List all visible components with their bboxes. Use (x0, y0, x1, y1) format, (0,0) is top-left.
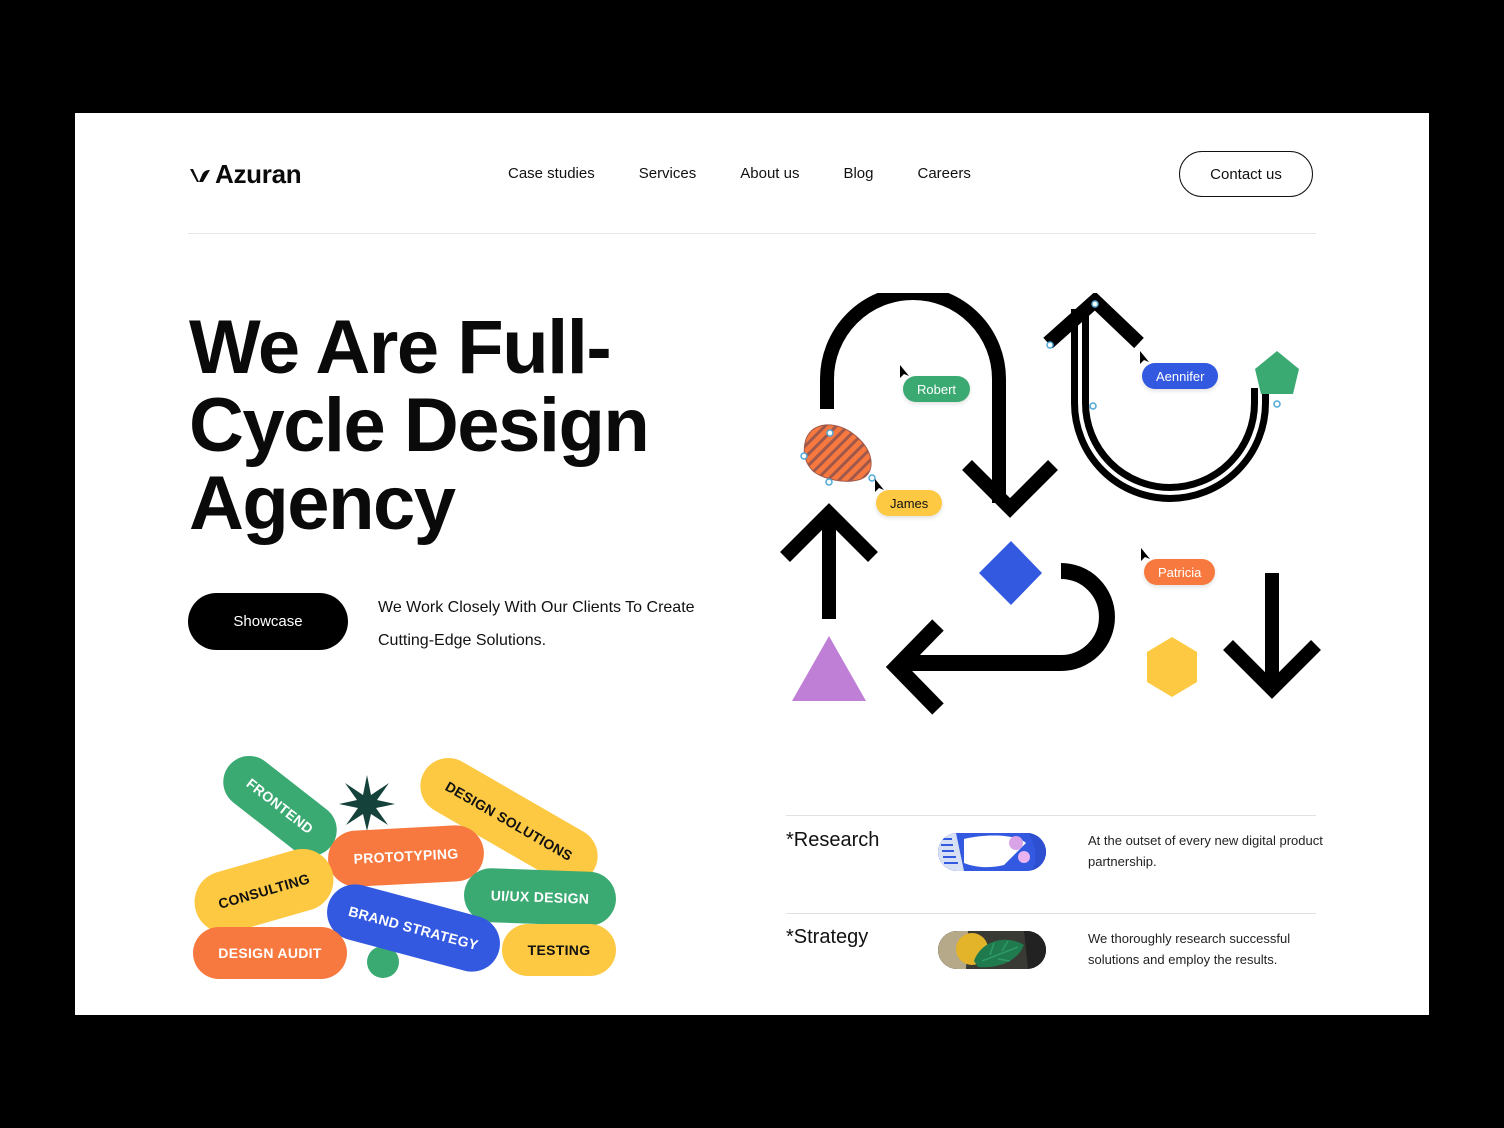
research-thumbnail (938, 833, 1046, 871)
nav-about-us[interactable]: About us (740, 165, 799, 182)
collaborator-tag-patricia: Patricia (1144, 559, 1216, 585)
star-icon (339, 775, 395, 831)
strategy-thumbnail (938, 931, 1046, 969)
tag-testing: TESTING (502, 924, 616, 976)
nav-blog[interactable]: Blog (843, 165, 873, 182)
service-divider (786, 913, 1316, 914)
nav-case-studies[interactable]: Case studies (508, 165, 595, 182)
arrows-graphic (780, 286, 1321, 715)
main-nav: Case studies Services About us Blog Care… (508, 165, 971, 182)
page: Azuran Case studies Services About us Bl… (75, 113, 1429, 1015)
service-title-research[interactable]: *Research (786, 829, 879, 852)
collaborator-tag-aennifer: Aennifer (1142, 363, 1219, 389)
cursor-icon (1141, 548, 1150, 561)
tag-consulting: CONSULTING (187, 841, 341, 941)
collaborator-tag-robert: Robert (903, 376, 971, 402)
research-image (938, 833, 1046, 871)
nav-services[interactable]: Services (639, 165, 697, 182)
collaborator-tag-james: James (876, 490, 943, 516)
logo[interactable]: Azuran (189, 159, 302, 190)
cursor-icon (900, 365, 909, 378)
service-divider (786, 815, 1316, 816)
logo-icon (190, 168, 210, 182)
header-divider (188, 233, 1316, 234)
tag-ui-ux-design: UI/UX DESIGN (463, 867, 617, 927)
hero-illustration: Robert Aennifer James Patricia (775, 286, 1335, 723)
service-title-strategy[interactable]: *Strategy (786, 926, 868, 949)
showcase-button[interactable]: Showcase (188, 593, 348, 650)
contact-us-button[interactable]: Contact us (1179, 151, 1313, 197)
cursor-icon (875, 479, 884, 492)
hero-title: We Are Full-Cycle Design Agency (189, 305, 650, 546)
cursor-icon (1140, 351, 1149, 364)
nav-careers[interactable]: Careers (918, 165, 971, 182)
hero-description: We Work Closely With Our Clients To Crea… (378, 599, 695, 649)
service-desc-strategy: We thoroughly research successful soluti… (1088, 931, 1291, 967)
logo-text: Azuran (215, 159, 302, 189)
tag-frontend: FRONTEND (212, 745, 348, 867)
tag-prototyping: PROTOTYPING (326, 823, 486, 889)
tag-design-audit: DESIGN AUDIT (193, 927, 347, 979)
service-desc-research: At the outset of every new digital produ… (1088, 833, 1323, 869)
strategy-image (938, 931, 1046, 969)
